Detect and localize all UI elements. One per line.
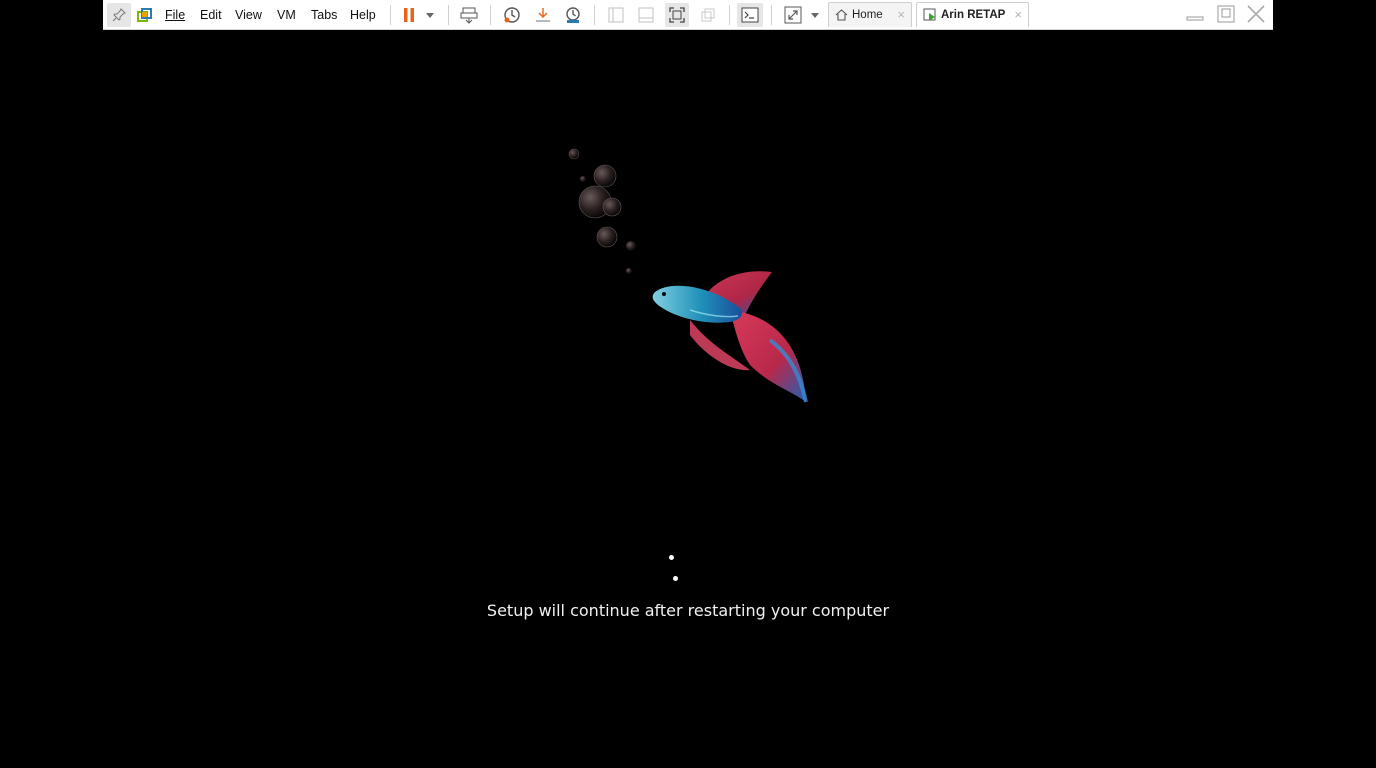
pause-icon[interactable] (399, 3, 419, 27)
tab-home[interactable]: Home × (828, 2, 912, 27)
pin-icon[interactable] (107, 3, 131, 27)
menu-view-label: View (235, 8, 262, 22)
menu-view[interactable]: View (235, 0, 262, 30)
close-icon[interactable] (1243, 2, 1269, 26)
setup-status-text: Setup will continue after restarting you… (486, 601, 890, 620)
betta-fish-icon (568, 148, 808, 403)
bubbles-icon (568, 148, 636, 274)
dropdown-arrow-icon[interactable] (808, 3, 822, 27)
loading-spinner-dot (669, 555, 674, 560)
menu-file[interactable]: File (165, 0, 185, 30)
snapshot-icon[interactable] (501, 3, 523, 27)
send-ctrl-alt-del-icon[interactable] (458, 3, 480, 27)
minimize-icon[interactable] (1182, 2, 1208, 26)
menu-tabs[interactable]: Tabs (311, 0, 337, 30)
dropdown-arrow-icon[interactable] (423, 3, 437, 27)
toolbar-separator (771, 5, 772, 25)
console-view-icon[interactable] (605, 3, 627, 27)
menu-help[interactable]: Help (350, 0, 376, 30)
tab-home-close-button[interactable]: × (897, 8, 905, 22)
menu-edit-label: Edit (200, 8, 222, 22)
revert-snapshot-icon[interactable] (532, 3, 554, 27)
restore-icon[interactable] (1213, 2, 1239, 26)
vm-running-icon (923, 8, 937, 22)
tab-arin-retap[interactable]: Arin RETAP × (916, 2, 1029, 27)
snapshot-manager-icon[interactable] (562, 3, 584, 27)
toolbar-separator (390, 5, 391, 25)
unity-icon[interactable] (697, 3, 719, 27)
vm-display[interactable]: Setup will continue after restarting you… (0, 30, 1376, 768)
tab-arin-retap-close-button[interactable]: × (1014, 8, 1022, 22)
menu-vm-label: VM (277, 8, 296, 22)
tab-arin-retap-label: Arin RETAP (941, 9, 1006, 21)
menu-file-label: File (165, 8, 186, 22)
menu-help-label: Help (350, 8, 376, 22)
toolbar-separator (594, 5, 595, 25)
fullscreen-icon[interactable] (782, 3, 804, 27)
thumbnail-view-icon[interactable] (635, 3, 657, 27)
toolbar-separator (448, 5, 449, 25)
tab-home-label: Home (852, 9, 883, 21)
vmware-toolbar: File Edit View VM Tabs Help Home × Arin … (103, 0, 1273, 30)
loading-spinner-dot (673, 576, 678, 581)
toolbar-separator (490, 5, 491, 25)
terminal-icon[interactable] (737, 3, 763, 27)
fit-window-icon[interactable] (665, 3, 689, 27)
menu-tabs-label: Tabs (311, 8, 338, 22)
menu-edit[interactable]: Edit (200, 0, 222, 30)
menu-vm[interactable]: VM (277, 0, 296, 30)
toolbar-separator (729, 5, 730, 25)
home-icon (835, 9, 848, 21)
vmware-logo-icon[interactable] (135, 3, 155, 27)
